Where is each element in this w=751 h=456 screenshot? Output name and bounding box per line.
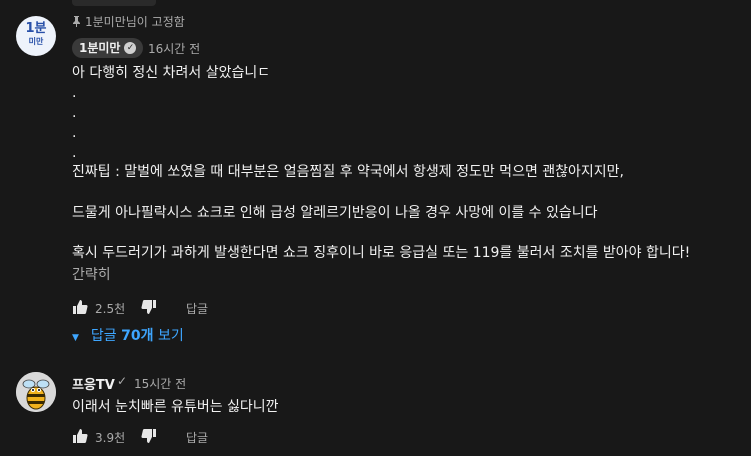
comment-text-line: 드물게 아나필락시스 쇼크로 인해 급성 알레르기반응이 나올 경우 사망에 이… [72, 205, 598, 221]
comment-text-line: . [72, 85, 77, 101]
like-count: 2.5천 [95, 302, 126, 316]
comment-text-line: 혹시 두드러기가 과하게 발생한다면 쇼크 징후이니 바로 응급실 또는 119… [72, 245, 691, 261]
pinned-label: 1분미만님이 고정함 [72, 13, 185, 30]
comment-time[interactable]: 15시간 전 [134, 375, 186, 392]
verified-check-icon: ✓ [124, 41, 137, 54]
view-replies-button[interactable]: ▼ 답글 70개 보기 [72, 325, 184, 345]
pin-icon [72, 16, 81, 29]
avatar-text-line1: 1분 [25, 21, 47, 36]
check-icon: ✓ [117, 374, 128, 388]
thumbs-up-icon [73, 300, 88, 314]
author-name: 1분미만 [79, 41, 121, 55]
replies-prefix: 답글 [90, 328, 122, 344]
dislike-button[interactable] [141, 299, 157, 319]
thumbs-up-icon [73, 429, 88, 443]
dislike-button[interactable] [141, 428, 157, 448]
like-button[interactable] [72, 428, 88, 448]
avatar[interactable] [16, 372, 56, 412]
chevron-down-icon: ▼ [72, 333, 79, 343]
pinned-text: 1분미만님이 고정함 [85, 15, 185, 29]
comment-time[interactable]: 16시간 전 [148, 40, 200, 57]
comment-text-line: . [72, 145, 77, 161]
comment-text-line: 아 다행히 정신 차려서 살았습니ㄷ [72, 65, 271, 81]
avatar-text-line2: 미만 [28, 37, 44, 46]
comment-text-line: 진짜팁 : 말벌에 쏘였을 때 대부분은 얼음찜질 후 약국에서 항생제 정도만… [72, 164, 625, 180]
replies-suffix: 보기 [153, 328, 184, 344]
previous-element-edge [72, 0, 156, 6]
bee-mascot-icon [16, 372, 56, 412]
comment-text-line: . [72, 105, 77, 121]
reply-button[interactable]: 답글 [186, 300, 208, 317]
author-name-chip[interactable]: 1분미만 ✓ [72, 38, 144, 58]
like-button[interactable] [72, 299, 88, 319]
thumbs-down-icon [141, 300, 156, 314]
reply-button[interactable]: 답글 [186, 429, 208, 446]
like-count: 3.9천 [95, 431, 126, 445]
show-less-button[interactable]: 간략히 [72, 264, 111, 284]
author-name[interactable]: 프응TV [72, 374, 115, 393]
comment-text: 이래서 눈치빠른 유튜버는 싫다니깐 [72, 399, 279, 415]
replies-count: 70개 [121, 328, 154, 344]
avatar[interactable]: 1분 미만 [16, 16, 56, 56]
comment-text-line: . [72, 125, 77, 141]
thumbs-down-icon [141, 429, 156, 443]
